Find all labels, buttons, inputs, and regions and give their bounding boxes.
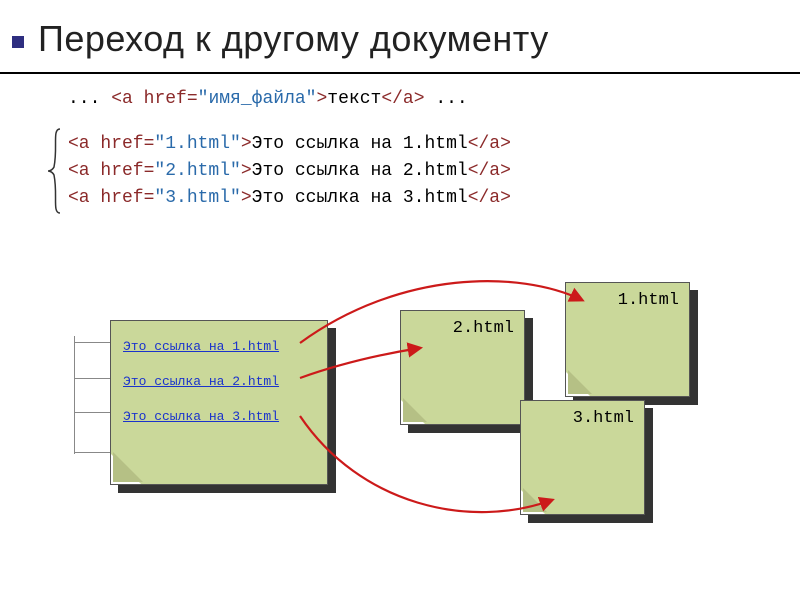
target-page-1: 1.html [565, 282, 690, 397]
slide-title: Переход к другому документу [0, 0, 800, 64]
code-examples: <a href="1.html">Это ссылка на 1.html</a… [68, 131, 800, 212]
leader-ticks [74, 336, 75, 454]
rendered-links-list: Это ссылка на 1.html Это ссылка на 2.htm… [111, 321, 327, 424]
example-row: <a href="1.html">Это ссылка на 1.html</a… [68, 131, 800, 158]
target-label: 1.html [618, 291, 679, 310]
target-label: 2.html [453, 319, 514, 338]
example-row: <a href="2.html">Это ссылка на 2.html</a… [68, 158, 800, 185]
target-page-2: 2.html [400, 310, 525, 425]
source-page: Это ссылка на 1.html Это ссылка на 2.htm… [110, 320, 328, 485]
title-bullet-icon [12, 36, 24, 48]
rendered-link[interactable]: Это ссылка на 2.html [123, 374, 319, 389]
target-label: 3.html [573, 409, 634, 428]
target-page-3: 3.html [520, 400, 645, 515]
rendered-link[interactable]: Это ссылка на 1.html [123, 339, 319, 354]
syntax-line: ... <a href="имя_файла">текст</a> ... [68, 86, 800, 113]
title-underline [0, 72, 800, 74]
rendered-link[interactable]: Это ссылка на 3.html [123, 409, 319, 424]
example-row: <a href="3.html">Это ссылка на 3.html</a… [68, 185, 800, 212]
brace-icon [46, 127, 64, 215]
